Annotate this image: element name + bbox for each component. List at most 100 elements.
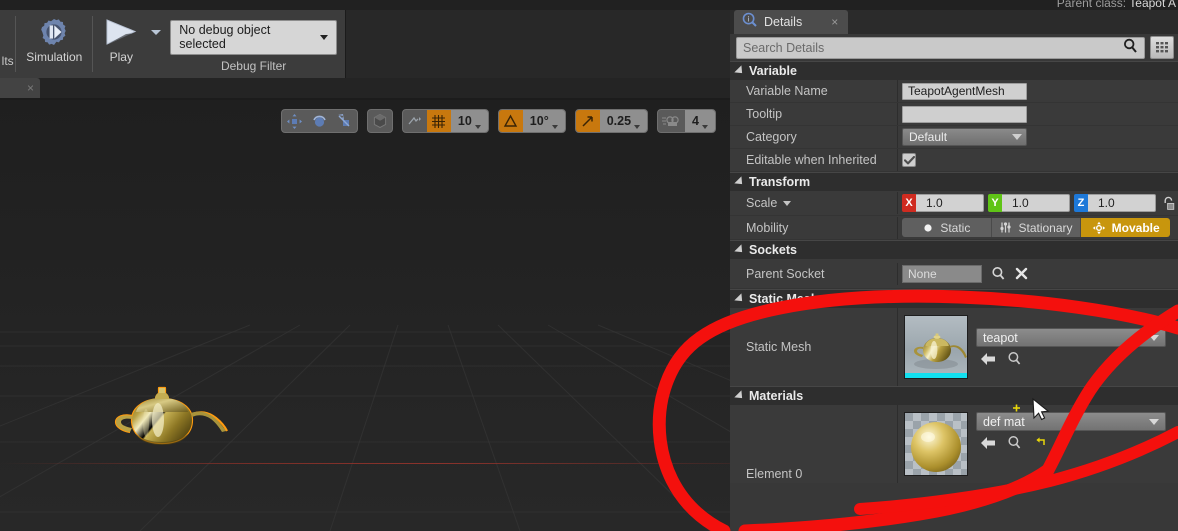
use-selected-asset-icon[interactable]	[980, 352, 996, 366]
search-details-box[interactable]	[736, 36, 1145, 59]
chevron-down-icon	[1149, 418, 1159, 425]
camera-speed-group: 4	[657, 109, 716, 133]
axis-y-tag: Y	[988, 194, 1002, 212]
teapot-mesh[interactable]	[96, 368, 236, 478]
details-panel: i Details × Search Details Variable Vari…	[730, 10, 1178, 531]
axis-x-tag: X	[902, 194, 916, 212]
top-strip: Parent class: Teapot A	[0, 0, 1178, 12]
section-header-transform[interactable]: Transform	[730, 172, 1178, 191]
viewport-toolbar: 10 10° 0.25 4	[280, 109, 716, 133]
surface-snap-button[interactable]	[403, 110, 427, 132]
mobility-movable-button[interactable]: Movable	[1081, 218, 1171, 237]
expander-icon	[734, 390, 746, 402]
scale-snap-group: 0.25	[574, 109, 649, 133]
play-options-dropdown[interactable]	[149, 10, 166, 54]
mobility-movable-label: Movable	[1111, 220, 1160, 235]
close-icon[interactable]: ×	[831, 15, 838, 29]
close-icon[interactable]: ×	[27, 82, 34, 94]
simulation-icon	[39, 15, 69, 49]
world-space-button[interactable]	[368, 110, 392, 132]
scale-snap-value[interactable]: 0.25	[599, 110, 648, 132]
section-header-static-mesh[interactable]: Static Mesh	[730, 289, 1178, 308]
scale-gizmo-button[interactable]	[332, 110, 357, 132]
details-search-row	[730, 34, 1178, 61]
debug-filter-label: Debug Filter	[220, 59, 287, 73]
mobility-stationary-label: Stationary	[1018, 220, 1073, 235]
viewport-tab[interactable]: ×	[0, 78, 40, 98]
section-body-variable: Variable Name TeapotAgentMesh Tooltip Ca…	[730, 80, 1178, 172]
camera-speed-value[interactable]: 4	[685, 110, 715, 132]
reset-to-default-icon[interactable]	[1033, 436, 1047, 449]
row-material-element-0: Element 0 def mat	[730, 405, 1178, 483]
row-mobility: Mobility Static Stationary Movable	[730, 216, 1178, 240]
section-header-sockets[interactable]: Sockets	[730, 240, 1178, 259]
row-variable-name: Variable Name TeapotAgentMesh	[730, 80, 1178, 103]
debug-object-dropdown[interactable]: No debug object selected	[170, 20, 337, 55]
view-options-button[interactable]	[1150, 36, 1174, 59]
scale-z-field[interactable]: Z 1.0	[1074, 194, 1156, 212]
grid-snap-value-text: 10	[457, 114, 472, 128]
label-variable-name: Variable Name	[746, 84, 828, 98]
material-thumbnail[interactable]	[904, 412, 968, 476]
variable-name-input[interactable]: TeapotAgentMesh	[902, 82, 1027, 100]
editable-when-inherited-checkbox[interactable]	[902, 153, 916, 167]
simulation-button[interactable]: Simulation	[16, 10, 92, 78]
translate-gizmo-button[interactable]	[282, 110, 307, 132]
angle-snap-toggle[interactable]	[498, 110, 523, 132]
camera-icon[interactable]	[658, 110, 685, 132]
play-button[interactable]: Play	[93, 10, 149, 64]
scale-y-field[interactable]: Y 1.0	[988, 194, 1070, 212]
label-tooltip: Tooltip	[746, 107, 783, 121]
category-dropdown[interactable]: Default	[902, 128, 1027, 146]
material-asset-dropdown[interactable]: def mat	[976, 412, 1166, 431]
use-selected-asset-icon[interactable]	[980, 436, 996, 450]
mobility-static-button[interactable]: Static	[902, 218, 992, 237]
chevron-down-icon	[1149, 334, 1159, 341]
row-static-mesh: Static Mesh teapot	[730, 308, 1178, 386]
lock-ratio-icon[interactable]	[1160, 196, 1176, 211]
scale-snap-toggle[interactable]	[575, 110, 600, 132]
chevron-down-icon	[1012, 134, 1022, 140]
grid-snap-toggle[interactable]	[426, 110, 451, 132]
check-icon	[903, 155, 915, 164]
static-mesh-asset-dropdown[interactable]: teapot	[976, 328, 1166, 347]
category-value: Default	[909, 130, 948, 144]
details-tab-title: Details	[764, 15, 803, 29]
viewport[interactable]: 10 10° 0.25 4	[0, 100, 730, 531]
section-title-variable: Variable	[749, 64, 797, 78]
search-icon[interactable]	[991, 266, 1006, 281]
clear-socket-icon[interactable]	[1015, 267, 1028, 280]
static-icon	[924, 223, 932, 232]
section-header-materials[interactable]: Materials	[730, 386, 1178, 405]
chevron-down-icon	[551, 125, 558, 129]
details-info-icon: i	[742, 12, 757, 32]
rotate-gizmo-button[interactable]	[307, 110, 332, 132]
label-static-mesh: Static Mesh	[746, 340, 812, 354]
scale-z-value[interactable]: 1.0	[1088, 194, 1156, 212]
static-mesh-thumbnail[interactable]	[904, 315, 968, 379]
label-element-0: Element 0	[746, 467, 803, 481]
scale-x-value[interactable]: 1.0	[916, 194, 984, 212]
search-icon[interactable]	[1123, 38, 1138, 58]
chevron-down-icon[interactable]	[783, 200, 792, 206]
toolbar-empty-area	[346, 10, 730, 78]
search-input[interactable]	[743, 40, 1123, 55]
transform-gizmo-group	[280, 109, 358, 133]
mobility-static-label: Static	[940, 220, 971, 235]
coordinate-space-group	[366, 109, 393, 133]
parent-class-indicator: Parent class: Teapot A	[1057, 0, 1176, 12]
scale-x-field[interactable]: X 1.0	[902, 194, 984, 212]
tooltip-input[interactable]	[902, 105, 1027, 123]
browse-to-asset-icon[interactable]	[1007, 435, 1022, 450]
label-parent-socket: Parent Socket	[746, 266, 825, 281]
angle-snap-value[interactable]: 10°	[522, 110, 565, 132]
section-header-variable[interactable]: Variable	[730, 61, 1178, 80]
tab-details[interactable]: i Details ×	[734, 10, 849, 34]
camera-speed-value-text: 4	[692, 114, 699, 128]
mobility-stationary-button[interactable]: Stationary	[991, 218, 1082, 237]
section-body-static-mesh: Static Mesh teapot	[730, 308, 1178, 386]
grid-snap-value[interactable]: 10	[450, 110, 488, 132]
browse-to-asset-icon[interactable]	[1007, 351, 1022, 366]
scale-y-value[interactable]: 1.0	[1002, 194, 1070, 212]
parent-socket-value[interactable]: None	[902, 264, 982, 283]
